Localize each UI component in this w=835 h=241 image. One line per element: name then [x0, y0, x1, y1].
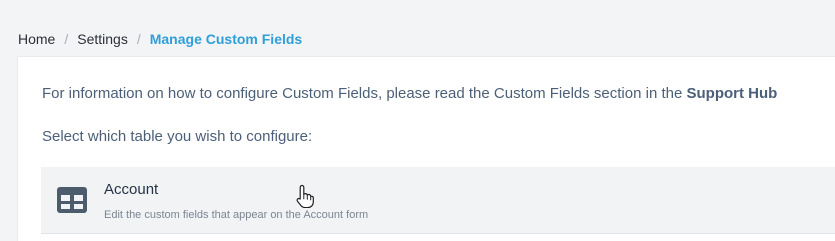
breadcrumb-current-page: Manage Custom Fields — [149, 31, 303, 47]
breadcrumb-separator: / — [64, 31, 69, 47]
support-hub-link[interactable]: Support Hub — [686, 85, 777, 102]
breadcrumb-settings-link[interactable]: Settings — [77, 30, 128, 48]
custom-fields-panel: For information on how to configure Cust… — [18, 57, 835, 241]
table-item-account[interactable]: Account Edit the custom fields that appe… — [41, 167, 835, 234]
custom-fields-info-text: For information on how to configure Cust… — [42, 84, 835, 104]
breadcrumb-separator: / — [136, 31, 141, 47]
breadcrumb: Home / Settings / Manage Custom Fields — [18, 30, 302, 48]
select-table-label: Select which table you wish to configure… — [42, 128, 313, 145]
breadcrumb-home-link[interactable]: Home — [18, 30, 55, 48]
table-item-description: Edit the custom fields that appear on th… — [104, 209, 369, 221]
custom-fields-info-copy: For information on how to configure Cust… — [42, 85, 687, 102]
table-item-title: Account — [104, 181, 159, 198]
table-icon — [57, 187, 87, 213]
